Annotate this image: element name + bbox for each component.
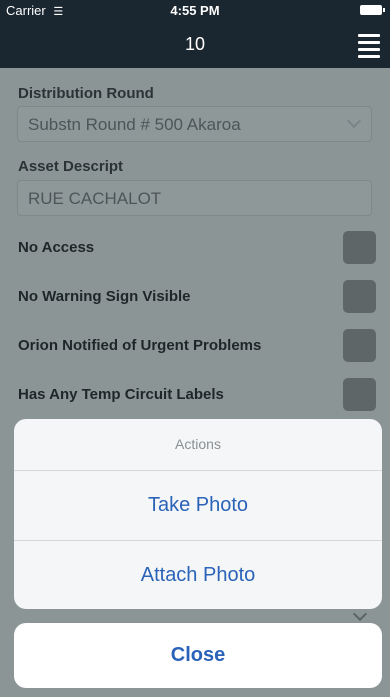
status-time: 4:55 PM	[170, 3, 220, 18]
asset-descript-value: RUE CACHALOT	[28, 189, 162, 208]
checkbox-label: No Access	[18, 239, 95, 256]
chevron-down-icon	[352, 606, 368, 622]
checkbox-label: No Warning Sign Visible	[18, 288, 191, 305]
distribution-round-select[interactable]: Substn Round # 500 Akaroa	[17, 106, 372, 142]
asset-descript-label: Asset Descript	[18, 158, 124, 175]
take-photo-button[interactable]: Take Photo	[14, 471, 382, 541]
chevron-down-icon	[346, 113, 362, 129]
attach-photo-button[interactable]: Attach Photo	[14, 541, 382, 609]
checkbox-row-no-access: No Access	[0, 229, 390, 267]
checkbox[interactable]	[343, 329, 376, 362]
distribution-round-value: Substn Round # 500 Akaroa	[28, 115, 241, 134]
action-sheet-title: Actions	[14, 419, 382, 471]
page-title: 10	[184, 34, 206, 54]
checkbox-label: Orion Notified of Urgent Problems	[18, 337, 262, 354]
asset-descript-field[interactable]: RUE CACHALOT	[17, 180, 372, 216]
battery-icon	[360, 5, 385, 15]
menu-icon[interactable]	[358, 34, 380, 58]
checkbox-row-temp-circuit-labels: Has Any Temp Circuit Labels	[0, 376, 390, 414]
checkbox[interactable]	[343, 280, 376, 313]
close-button[interactable]: Close	[14, 623, 382, 688]
checkbox-label: Has Any Temp Circuit Labels	[18, 386, 224, 403]
checkbox-row-no-warning-sign: No Warning Sign Visible	[0, 278, 390, 316]
checkbox[interactable]	[343, 378, 376, 411]
checkbox-row-orion-notified: Orion Notified of Urgent Problems	[0, 327, 390, 365]
status-bar: Carrier ☰ 4:55 PM	[0, 0, 390, 20]
checkbox[interactable]	[343, 231, 376, 264]
nav-bar: 10	[0, 20, 390, 68]
distribution-round-label: Distribution Round	[18, 85, 154, 102]
action-sheet: Actions Take Photo Attach Photo	[14, 419, 382, 609]
